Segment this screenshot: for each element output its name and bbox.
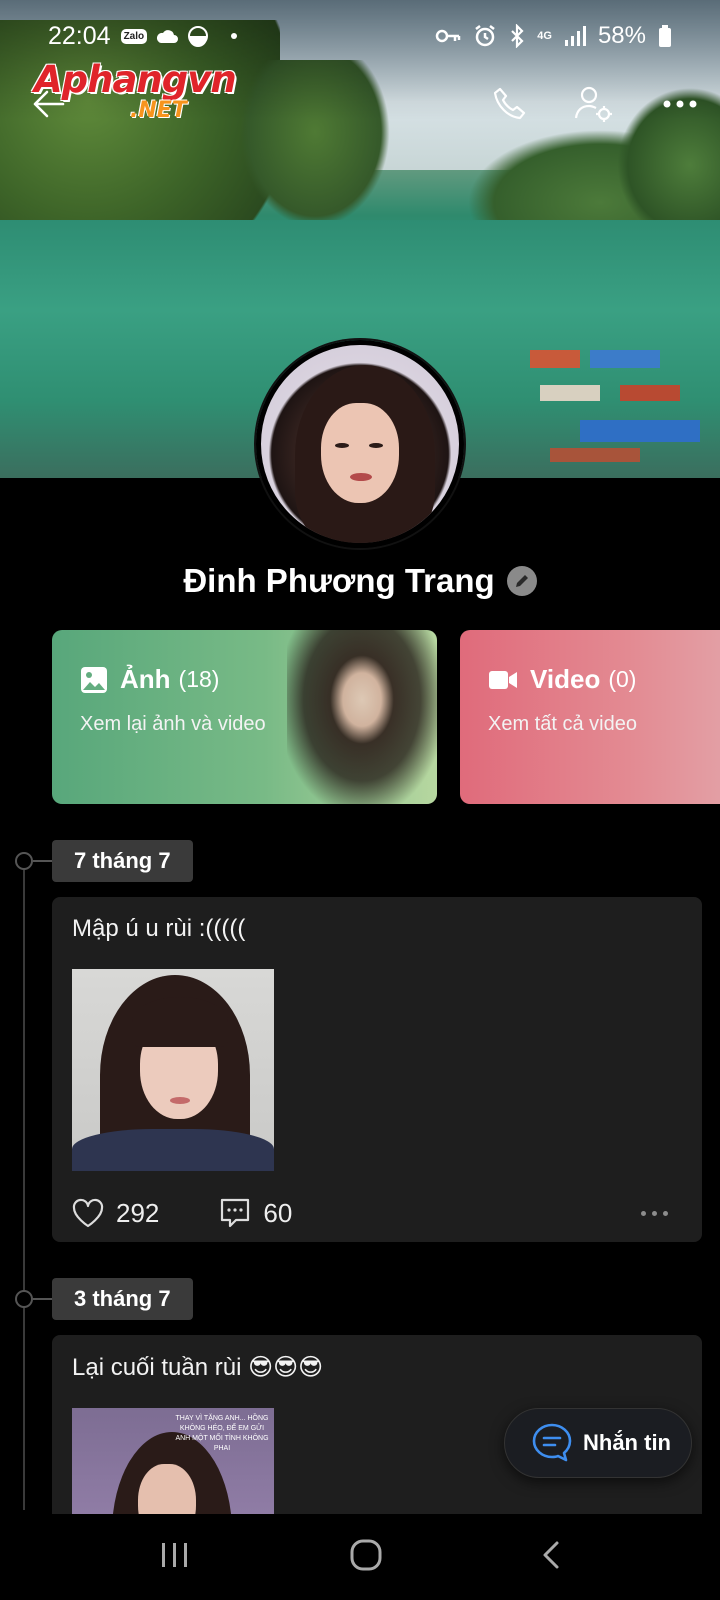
post-image-shirt (72, 1129, 274, 1171)
photos-card-header: Ảnh (18) (80, 664, 409, 695)
user-settings-icon (574, 86, 612, 122)
photos-card-subtitle: Xem lại ảnh và video (80, 713, 266, 735)
photos-card-title: Ảnh (120, 664, 171, 694)
comment-count: 60 (263, 1197, 293, 1228)
status-right: 4G 58% (435, 22, 672, 50)
chat-bubble-icon (532, 1423, 572, 1462)
profile-name-row: Đinh Phương Trang (0, 562, 720, 600)
recent-apps-icon (162, 1542, 187, 1567)
videos-card[interactable]: Video (0) Xem tất cả video (460, 630, 720, 804)
timeline-node (15, 1290, 33, 1308)
notification-icons: Zalo (120, 25, 238, 47)
post-card[interactable]: Mập ú u rùi :((((( 292 60 (52, 897, 702, 1242)
cover-boats (520, 330, 720, 470)
timeline-node (15, 852, 33, 870)
message-button-label: Nhắn tin (583, 1430, 671, 1455)
comment-icon (221, 1198, 250, 1228)
post-image-lips (170, 1097, 190, 1104)
post-actions: 292 60 (72, 1193, 682, 1233)
4g-icon: 4G (537, 29, 552, 42)
date-tag: 7 tháng 7 (52, 840, 193, 882)
more-icon (663, 100, 697, 108)
message-button[interactable]: Nhắn tin (504, 1408, 692, 1478)
photos-card-count: (18) (178, 666, 220, 692)
cloud-icon (157, 30, 179, 43)
videos-card-title: Video (530, 664, 601, 694)
avatar-lips (350, 473, 372, 481)
comment-button[interactable]: 60 (219, 1197, 292, 1229)
home-icon (350, 1539, 382, 1570)
avatar-eye (369, 443, 383, 448)
avatar[interactable] (256, 340, 464, 548)
back-arrow-icon (33, 90, 65, 118)
alarm-icon (475, 25, 496, 47)
signal-icon (564, 26, 586, 46)
data-saver-icon (188, 26, 209, 47)
watermark-sub: .NET (130, 98, 187, 123)
photos-card[interactable]: Ảnh (18) Xem lại ảnh và video (52, 630, 437, 804)
heart-icon (72, 1198, 104, 1228)
more-button[interactable] (658, 82, 702, 126)
video-camera-icon (489, 670, 517, 689)
phone-icon (493, 87, 526, 120)
post-text: Mập ú u rùi :((((( (72, 915, 246, 942)
battery-percent: 58% (597, 22, 646, 49)
post-image[interactable] (72, 969, 274, 1171)
bluetooth-icon (511, 24, 524, 48)
avatar-eye (335, 443, 349, 448)
timeline-connector (33, 860, 53, 862)
system-nav-bar (0, 1514, 720, 1600)
like-count: 292 (116, 1197, 160, 1228)
videos-card-count: (0) (608, 666, 637, 692)
home-button[interactable] (349, 1538, 383, 1577)
vpn-key-icon (436, 29, 461, 43)
like-button[interactable]: 292 (72, 1198, 159, 1229)
nav-back-button[interactable] (541, 1540, 561, 1575)
dot-icon (231, 33, 238, 39)
profile-name: Đinh Phương Trang (183, 562, 495, 599)
zalo-icon: Zalo (120, 28, 148, 44)
date-tag: 3 tháng 7 (52, 1278, 193, 1320)
edit-name-button[interactable] (506, 566, 537, 596)
post-text: Lại cuối tuần rùi 😎😎😎 (72, 1354, 324, 1381)
timeline-line (23, 860, 25, 1510)
post-image-caption: THAY VÌ TẶNG ANH... HỒNG KHÔNG HÉO, ĐỂ E… (175, 1415, 269, 1452)
videos-card-header: Video (0) (488, 664, 712, 695)
videos-card-subtitle: Xem tất cả video (488, 713, 637, 735)
call-button[interactable] (488, 82, 532, 126)
photo-icon (81, 666, 107, 693)
battery-icon (659, 25, 671, 47)
back-button[interactable] (26, 82, 70, 126)
post-image-bangs (132, 997, 228, 1047)
pencil-icon (515, 575, 528, 587)
post-more-icon[interactable] (641, 1210, 668, 1216)
profile-settings-button[interactable] (572, 82, 616, 126)
status-time: 22:04 (48, 21, 111, 50)
timeline-connector (33, 1298, 53, 1300)
avatar-face (321, 403, 399, 503)
recent-apps-button[interactable] (159, 1541, 191, 1574)
back-icon (543, 1541, 559, 1568)
